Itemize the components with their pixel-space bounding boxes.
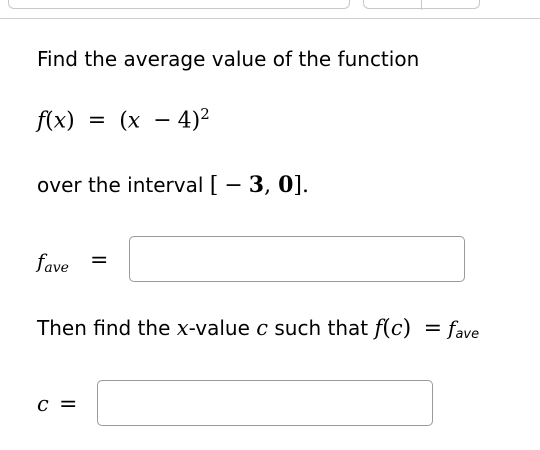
followup-var-c: c	[256, 316, 269, 340]
expression-variable: x	[127, 108, 141, 134]
function-close-paren: )	[66, 108, 75, 134]
section-divider	[0, 18, 540, 19]
c-equals: =	[59, 392, 78, 417]
followup-fave-subscript: ave	[455, 327, 480, 342]
followup-var-x: x	[176, 316, 189, 340]
button-group-divider	[421, 0, 422, 10]
interval-math: [−3, 0].	[210, 172, 309, 198]
interval-end: 0	[278, 172, 294, 198]
function-expression: f(x) = (x −4)2	[37, 105, 210, 133]
previous-input-box-fragment	[8, 0, 350, 9]
interval-comma: ,	[264, 173, 272, 198]
function-equals: =	[87, 108, 107, 134]
fave-label: fave	[37, 249, 69, 276]
expression-minus: −	[153, 108, 172, 134]
followup-close-paren: )	[402, 316, 412, 341]
function-name: f	[37, 108, 46, 134]
followup-question: Then find the x-value c such that f(c) =…	[37, 316, 479, 342]
c-label: c	[37, 392, 49, 416]
interval-close-bracket: ]	[293, 173, 302, 198]
c-answer-input[interactable]	[97, 380, 433, 426]
followup-text-3: such that	[274, 316, 369, 340]
expression-exponent: 2	[200, 105, 210, 123]
interval-prefix: over the interval	[37, 173, 204, 197]
question-intro: Find the average value of the function	[37, 47, 420, 71]
followup-text-1: Then find the	[37, 316, 171, 340]
function-open-paren: (	[45, 108, 54, 134]
expression-open-paren: (	[119, 108, 128, 134]
followup-text-2: -value	[188, 316, 250, 340]
fave-equals: =	[90, 248, 109, 273]
fave-label-subscript: ave	[44, 260, 69, 276]
followup-c-arg: c	[390, 316, 403, 340]
interval-period: .	[302, 173, 309, 198]
function-variable: x	[53, 108, 67, 134]
fave-answer-input[interactable]	[129, 236, 465, 282]
interval-start: 3	[248, 172, 265, 198]
interval-line: over the interval [−3, 0].	[37, 172, 309, 198]
expression-close-paren: )	[191, 108, 201, 134]
expression-constant: 4	[177, 108, 192, 134]
interval-minus: −	[224, 173, 243, 198]
followup-equals: =	[423, 316, 443, 341]
followup-open-paren: (	[382, 316, 391, 341]
